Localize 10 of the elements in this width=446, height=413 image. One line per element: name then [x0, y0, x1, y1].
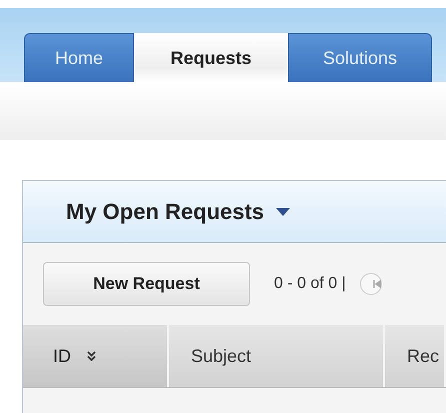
new-request-button[interactable]: New Request — [43, 262, 250, 306]
dropdown-caret-icon[interactable] — [276, 208, 290, 216]
column-header[interactable]: Subject — [169, 325, 385, 387]
sort-icon[interactable] — [87, 351, 96, 361]
panel-title[interactable]: My Open Requests — [66, 198, 264, 224]
first-page-icon — [372, 279, 381, 289]
tab[interactable]: Requests — [134, 33, 288, 82]
pager-text: 0 - 0 of 0 | — [274, 275, 346, 293]
column-header[interactable]: Rec — [385, 325, 446, 387]
column-header[interactable]: ID — [23, 325, 169, 387]
